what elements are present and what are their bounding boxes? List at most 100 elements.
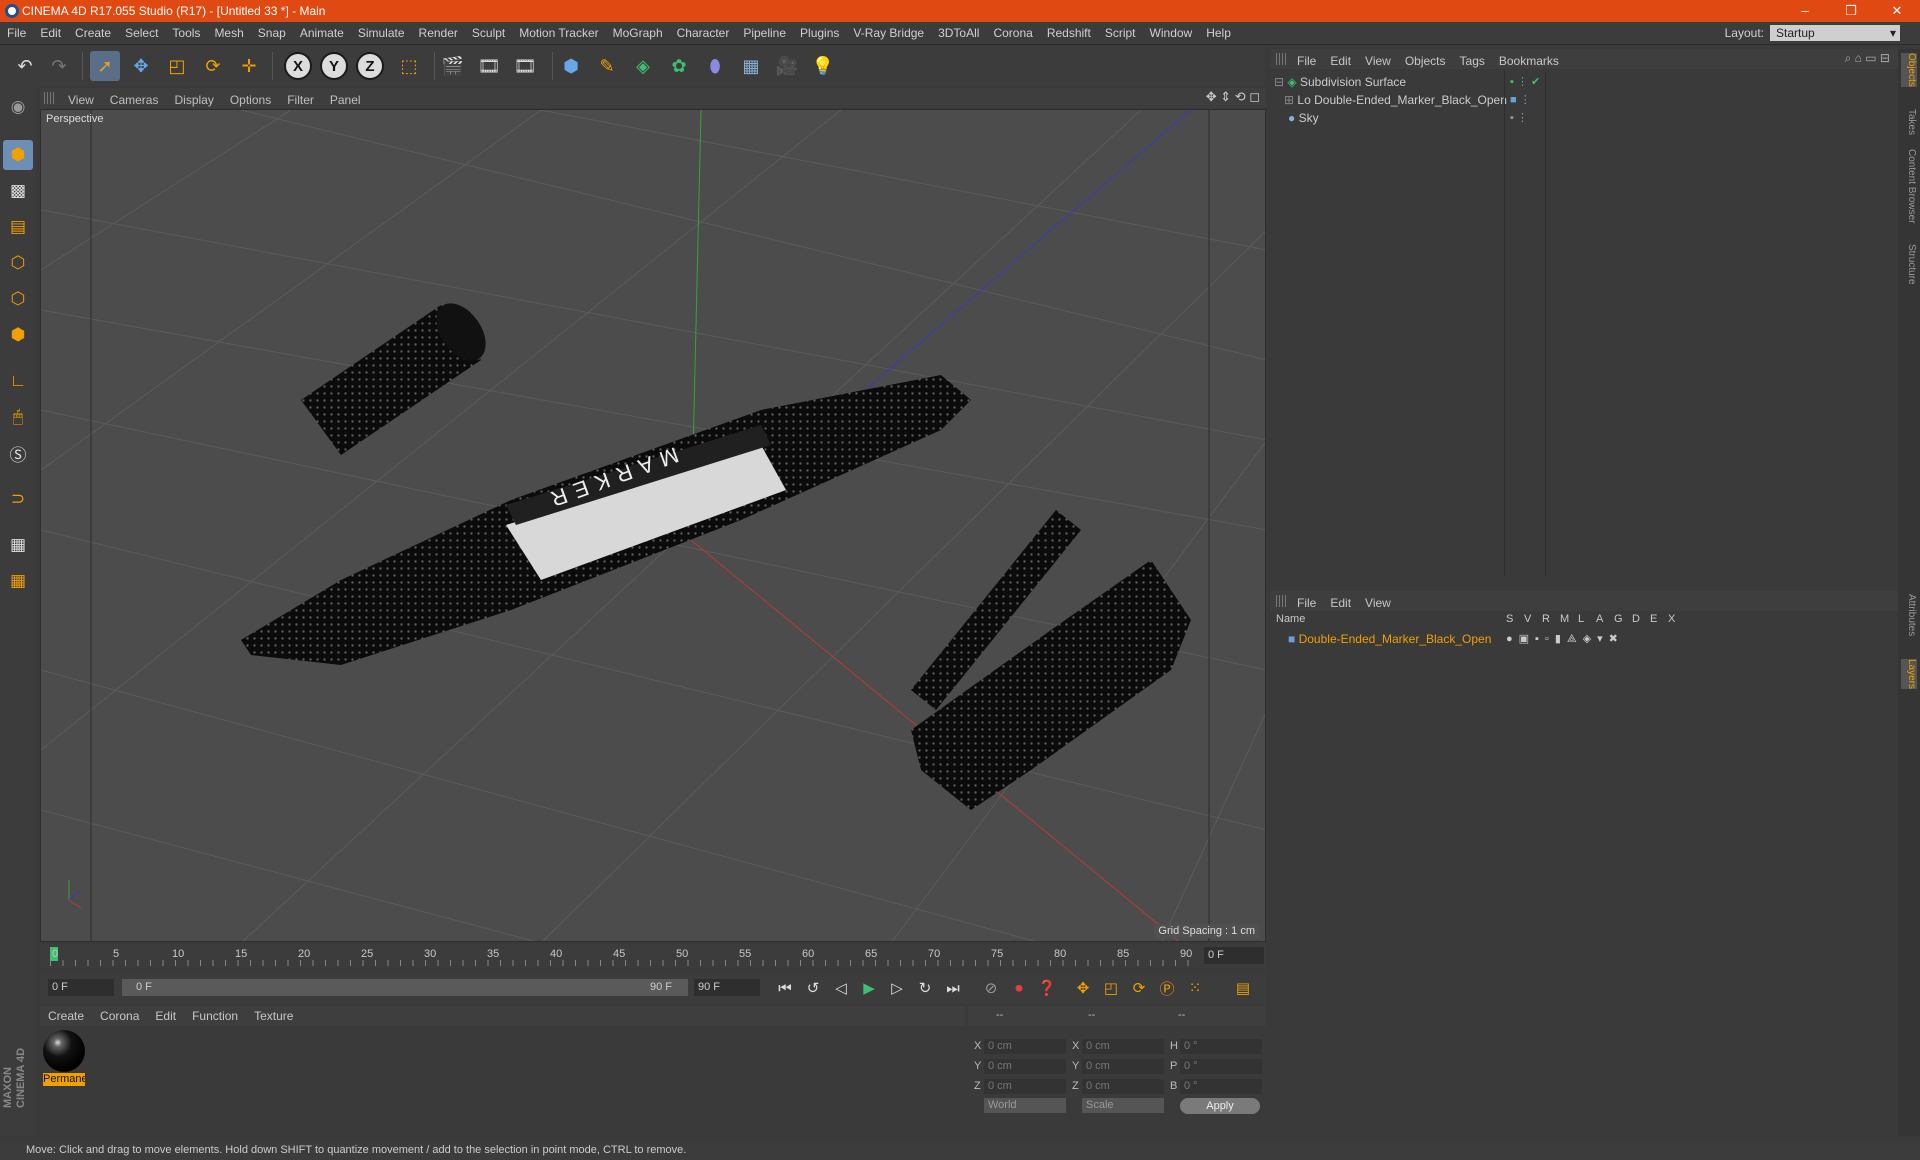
objects-menu-bookmarks[interactable]: Bookmarks — [1492, 51, 1566, 71]
objects-menu-view[interactable]: View — [1358, 51, 1398, 71]
edges-mode-icon[interactable]: ⬡ — [3, 284, 33, 314]
layer-tag-icon[interactable]: ■ ⋮ — [1510, 93, 1531, 106]
viewport-menu-cameras[interactable]: Cameras — [102, 90, 167, 110]
current-frame-field[interactable]: 0 F — [1204, 947, 1264, 964]
texture-mode-icon[interactable]: ▩ — [3, 176, 33, 206]
next-key-icon[interactable]: ↻ — [912, 975, 938, 1001]
menu-animate[interactable]: Animate — [293, 22, 351, 45]
objects-menu-edit[interactable]: Edit — [1323, 51, 1358, 71]
object-row-subdivision[interactable]: ⊟ ◈ Subdivision Surface — [1274, 73, 1406, 91]
rotate-icon[interactable]: ⟳ — [198, 51, 228, 81]
previous-frame-icon[interactable]: ◁ — [828, 975, 854, 1001]
redo-icon[interactable]: ↷ — [44, 51, 74, 81]
menu-help[interactable]: Help — [1199, 22, 1238, 45]
menu-character[interactable]: Character — [670, 22, 737, 45]
x-axis-icon[interactable]: X — [284, 52, 312, 80]
close-button[interactable]: ✕ — [1874, 0, 1920, 22]
object-row-sky[interactable]: ● Sky — [1274, 109, 1319, 127]
key-rotation-icon[interactable]: ⟳ — [1126, 975, 1152, 1001]
record-keys-icon[interactable]: ⊘ — [978, 975, 1004, 1001]
material-menu-create[interactable]: Create — [40, 1006, 92, 1026]
z-axis-icon[interactable]: Z — [356, 52, 384, 80]
viewport-menu-display[interactable]: Display — [166, 90, 221, 110]
enabled-check-icon[interactable]: ▪ ⋮ ✔ — [1510, 75, 1540, 88]
size-mode-dropdown[interactable]: Scale — [1082, 1098, 1164, 1113]
menu-redshift[interactable]: Redshift — [1040, 22, 1098, 45]
menu-edit[interactable]: Edit — [33, 22, 68, 45]
tab-structure[interactable]: Structure — [1901, 244, 1917, 285]
magnet-icon[interactable]: ⊃ — [3, 484, 33, 514]
start-frame-field[interactable]: 0 F — [48, 979, 114, 996]
viewport-menu-view[interactable]: View — [60, 90, 102, 110]
layout-dropdown[interactable]: Startup — [1770, 25, 1900, 42]
scale-icon[interactable]: ◰ — [162, 51, 192, 81]
size-x-field[interactable]: 0 cm — [1082, 1039, 1164, 1054]
menu-mesh[interactable]: Mesh — [207, 22, 250, 45]
timeline-window-icon[interactable]: ▤ — [1230, 975, 1256, 1001]
tab-content-browser[interactable]: Content Browser — [1901, 149, 1917, 223]
maximize-button[interactable]: ❒ — [1828, 0, 1874, 22]
locked-workplane-icon[interactable]: ▦ — [3, 530, 33, 560]
apply-button[interactable]: Apply — [1180, 1098, 1260, 1114]
menu-pipeline[interactable]: Pipeline — [736, 22, 793, 45]
end-frame-field[interactable]: 90 F — [694, 979, 760, 996]
viewport-menu-options[interactable]: Options — [222, 90, 279, 110]
cube-icon[interactable]: ⬢ — [556, 51, 586, 81]
objects-menu-file[interactable]: File — [1290, 51, 1323, 71]
polygons-mode-icon[interactable]: ⬢ — [3, 320, 33, 350]
tab-takes[interactable]: Takes — [1901, 109, 1917, 135]
menu-sculpt[interactable]: Sculpt — [465, 22, 512, 45]
perspective-viewport[interactable]: MARKER Perspective Grid Spacing : 1 cm — [40, 109, 1266, 942]
coordinate-mode-dropdown[interactable]: World — [984, 1098, 1066, 1113]
collapse-icon[interactable]: ⊟ — [1274, 75, 1284, 89]
snap-icon[interactable]: Ⓢ — [3, 438, 33, 468]
light-icon[interactable]: 💡 — [808, 51, 838, 81]
layer-row[interactable]: ■ Double-Ended_Marker_Black_Open — [1274, 630, 1491, 648]
mograph-icon[interactable]: ✿ — [664, 51, 694, 81]
search-icon[interactable]: ⌕ ⌂ ▭ ⊟ — [1845, 51, 1890, 66]
undo-icon[interactable]: ↶ — [10, 51, 40, 81]
workplane-icon[interactable]: ◉ — [3, 92, 33, 122]
deformer-icon[interactable]: ⬮ — [700, 51, 730, 81]
menu-plugins[interactable]: Plugins — [793, 22, 846, 45]
rot-p-field[interactable]: 0 ° — [1180, 1059, 1262, 1074]
menu-vray-bridge[interactable]: V-Ray Bridge — [846, 22, 931, 45]
material-menu-corona[interactable]: Corona — [92, 1006, 147, 1026]
material-preview[interactable] — [43, 1030, 85, 1072]
minimize-button[interactable]: – — [1782, 0, 1828, 22]
menu-render[interactable]: Render — [412, 22, 465, 45]
go-to-end-icon[interactable]: ⏭ — [940, 975, 966, 1001]
axis-mode-icon[interactable]: ∟ — [3, 366, 33, 396]
camera-icon[interactable]: 🎥 — [772, 51, 802, 81]
move-icon[interactable]: ✥ — [126, 51, 156, 81]
next-frame-icon[interactable]: ▷ — [884, 975, 910, 1001]
expand-icon[interactable]: ⊞ — [1284, 93, 1294, 107]
menu-motion-tracker[interactable]: Motion Tracker — [512, 22, 605, 45]
size-z-field[interactable]: 0 cm — [1082, 1079, 1164, 1094]
points-mode-icon[interactable]: ⬡ — [3, 248, 33, 278]
autokey-icon[interactable]: ⏺ — [1006, 975, 1032, 1001]
objects-menu-objects[interactable]: Objects — [1398, 51, 1453, 71]
tab-layers[interactable]: Layers — [1901, 659, 1917, 690]
layers-menu-edit[interactable]: Edit — [1323, 593, 1358, 613]
add-icon[interactable]: ✛ — [234, 51, 264, 81]
go-to-start-icon[interactable]: ⏮ — [772, 975, 798, 1001]
planar-workplane-icon[interactable]: ▦ — [3, 566, 33, 596]
material-menu-edit[interactable]: Edit — [147, 1006, 184, 1026]
menu-snap[interactable]: Snap — [251, 22, 293, 45]
menu-3dtoall[interactable]: 3DToAll — [931, 22, 986, 45]
menu-file[interactable]: File — [0, 22, 33, 45]
play-icon[interactable]: ▶ — [856, 975, 882, 1001]
key-parameter-icon[interactable]: Ⓟ — [1154, 975, 1180, 1001]
menu-mograph[interactable]: MoGraph — [606, 22, 670, 45]
layers-menu-view[interactable]: View — [1358, 593, 1398, 613]
pos-x-field[interactable]: 0 cm — [984, 1039, 1066, 1054]
objects-menu-tags[interactable]: Tags — [1453, 51, 1492, 71]
layers-menu-file[interactable]: File — [1290, 593, 1323, 613]
key-scale-icon[interactable]: ◰ — [1098, 975, 1124, 1001]
tab-objects[interactable]: Objects — [1901, 53, 1917, 87]
layer-toggle-icons[interactable]: ●▣▪▫▮⟁◈▾✖ — [1506, 632, 1624, 646]
model-mode-icon[interactable]: ⬢ — [3, 140, 33, 170]
viewport-menu-panel[interactable]: Panel — [322, 90, 369, 110]
workplane-mode-icon[interactable]: ▤ — [3, 212, 33, 242]
